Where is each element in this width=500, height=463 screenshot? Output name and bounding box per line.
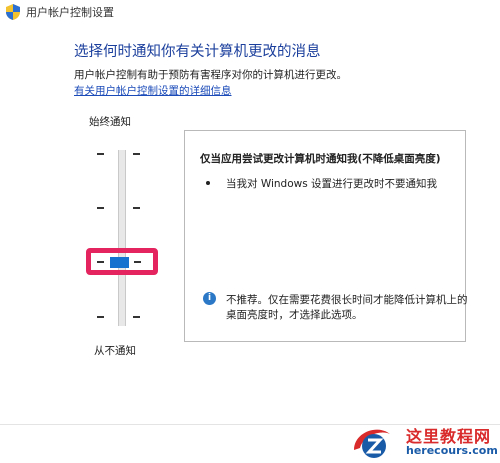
panel-bullet-text: 当我对 Windows 设置进行更改时不要通知我 — [226, 178, 438, 190]
page-description: 用户帐户控制有助于预防有害程序对你的计算机进行更改。 — [74, 69, 347, 81]
window-title: 用户帐户控制设置 — [26, 6, 114, 19]
info-icon: i — [203, 292, 216, 305]
slider-tick-right — [134, 261, 141, 263]
bullet-dot-icon — [206, 181, 210, 185]
slider-tick-left — [97, 261, 104, 263]
page-heading: 选择何时通知你有关计算机更改的消息 — [74, 44, 321, 60]
slider-tick-right — [133, 207, 140, 209]
panel-note-line2: 桌面亮度时，才选择此选项。 — [226, 309, 363, 321]
uac-shield-icon — [6, 4, 20, 20]
slider-bottom-label: 从不通知 — [94, 345, 136, 357]
slider-track[interactable] — [118, 150, 126, 326]
slider-tick-right — [133, 316, 140, 318]
slider-tick-right — [133, 153, 140, 155]
slider-thumb[interactable] — [110, 257, 129, 268]
title-bar: 用户帐户控制设置 — [0, 0, 500, 26]
slider-top-label: 始终通知 — [89, 116, 131, 128]
watermark-url: herecours.com — [406, 444, 498, 457]
slider-tick-left — [97, 153, 104, 155]
uac-details-link[interactable]: 有关用户帐户控制设置的详细信息 — [74, 83, 232, 98]
panel-note-line1: 不推荐。仅在需要花费很长时间才能降低计算机上的 — [226, 294, 468, 306]
slider-tick-left — [97, 207, 104, 209]
z-logo-icon — [354, 429, 390, 458]
panel-title: 仅当应用尝试更改计算机时通知我(不降低桌面亮度) — [200, 153, 441, 165]
slider-tick-left — [97, 316, 104, 318]
